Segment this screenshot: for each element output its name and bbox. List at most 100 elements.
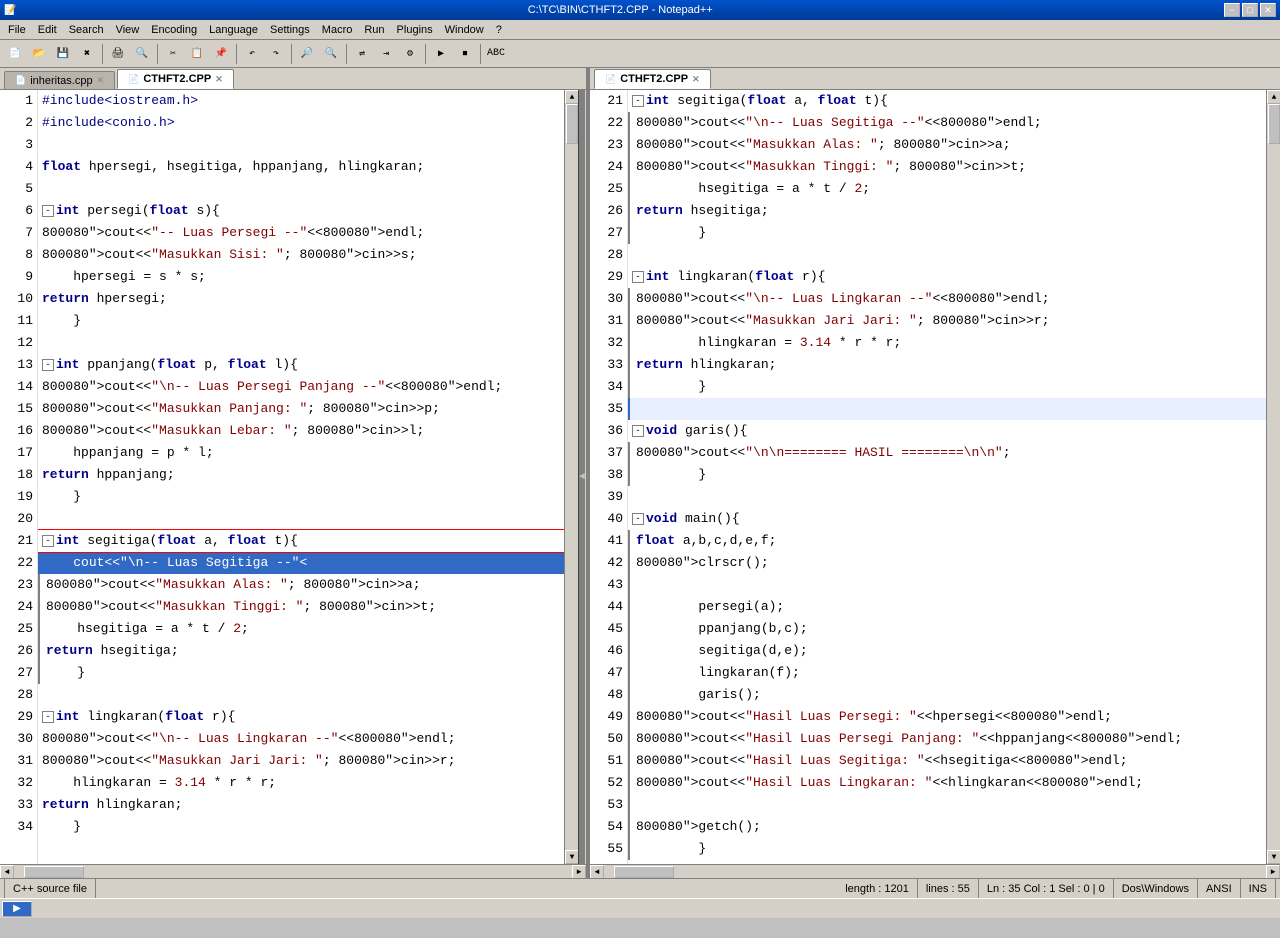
right-editor[interactable]: 2122232425262728293031323334353637383940… [590,90,1280,864]
table-row[interactable]: hlingkaran = 3.14 * r * r; [628,332,1266,354]
left-scrollbar-v[interactable]: ▲ ▼ [564,90,578,864]
table-row[interactable]: } [38,310,564,332]
table-row[interactable] [628,794,1266,816]
table-row[interactable]: hsegitiga = a * t / 2; [628,178,1266,200]
table-row[interactable]: garis(); [628,684,1266,706]
table-row[interactable]: 800080">cout<<"Masukkan Jari Jari: "; 80… [38,750,564,772]
table-row[interactable]: 800080">cout<<"\n-- Luas Segitiga --"<<8… [628,112,1266,134]
left-scrollbar-h[interactable]: ◄ ► [0,864,586,878]
table-row[interactable]: return hpersegi; [38,288,564,310]
cut-button[interactable]: ✂ [162,43,184,65]
table-row[interactable]: 800080">cout<<"Hasil Luas Persegi: "<<hp… [628,706,1266,728]
scroll-left-right-btn[interactable]: ◄ [590,865,604,878]
table-row[interactable]: return hlingkaran; [628,354,1266,376]
table-row[interactable] [38,508,564,530]
menu-window[interactable]: Window [439,22,490,38]
table-row[interactable]: 800080">cout<<"\n\n======== HASIL ======… [628,442,1266,464]
table-row[interactable]: 800080">cout<<"Hasil Luas Lingkaran: "<<… [628,772,1266,794]
save-button[interactable]: 💾 [52,43,74,65]
scroll-down-left[interactable]: ▼ [565,850,578,864]
table-row[interactable] [38,684,564,706]
split-handle[interactable]: ◄ [578,90,586,864]
table-row[interactable]: hpersegi = s * s; [38,266,564,288]
table-row[interactable]: } [38,662,564,684]
table-row[interactable] [628,398,1266,420]
scroll-thumb-right[interactable] [1268,104,1280,144]
tab-inheritas[interactable]: 📄inheritas.cpp ✕ [4,71,115,89]
table-row[interactable]: -int segitiga(float a, float t){ [628,90,1266,112]
table-row[interactable] [628,574,1266,596]
table-row[interactable]: segitiga(d,e); [628,640,1266,662]
table-row[interactable]: 800080">cout<<"Masukkan Panjang: "; 8000… [38,398,564,420]
table-row[interactable]: -void main(){ [628,508,1266,530]
table-row[interactable]: 800080">cout<<"Masukkan Alas: "; 800080"… [628,134,1266,156]
run-button[interactable]: ▶ [430,43,452,65]
close-button[interactable]: ✖ [76,43,98,65]
table-row[interactable] [628,244,1266,266]
find-button[interactable]: 🔍 [131,43,153,65]
redo-button[interactable]: ↷ [265,43,287,65]
menu-search[interactable]: Search [63,22,110,38]
table-row[interactable]: -int lingkaran(float r){ [628,266,1266,288]
table-row[interactable]: return hsegitiga; [38,640,564,662]
table-row[interactable]: 800080">cout<<"\n-- Luas Persegi Panjang… [38,376,564,398]
menu-help[interactable]: ? [490,22,508,38]
open-button[interactable]: 📂 [28,43,50,65]
table-row[interactable]: hlingkaran = 3.14 * r * r; [38,772,564,794]
left-editor[interactable]: 1234567891011121314151617181920212223242… [0,90,586,864]
tab-cthft2-right[interactable]: 📄CTHFT2.CPP ✕ [594,69,711,89]
collapse-icon[interactable]: - [42,205,54,217]
right-code-content[interactable]: -int segitiga(float a, float t){ 800080"… [628,90,1266,864]
table-row[interactable] [38,332,564,354]
table-row[interactable]: -int lingkaran(float r){ [38,706,564,728]
menu-encoding[interactable]: Encoding [145,22,203,38]
table-row[interactable]: } [628,838,1266,860]
collapse-icon[interactable]: - [632,95,644,107]
menu-language[interactable]: Language [203,22,264,38]
menu-run[interactable]: Run [358,22,390,38]
table-row[interactable]: 800080">cout<<"Masukkan Lebar: "; 800080… [38,420,564,442]
table-row[interactable]: 800080">clrscr(); [628,552,1266,574]
menu-view[interactable]: View [110,22,146,38]
table-row[interactable]: 800080">cout<<"Masukkan Alas: "; 800080"… [38,574,564,596]
scroll-thumb-left[interactable] [566,104,578,144]
table-row[interactable]: -int persegi(float s){ [38,200,564,222]
collapse-icon[interactable]: - [632,271,644,283]
scroll-track-left[interactable] [565,104,578,850]
right-scrollbar-v[interactable]: ▲ ▼ [1266,90,1280,864]
table-row[interactable]: #include<conio.h> [38,112,564,134]
table-row[interactable] [38,134,564,156]
paste-button[interactable]: 📌 [210,43,232,65]
table-row[interactable]: 800080">cout<<"Hasil Luas Persegi Panjan… [628,728,1266,750]
table-row[interactable]: } [628,464,1266,486]
table-row[interactable]: 800080">cout<<"Masukkan Sisi: "; 800080"… [38,244,564,266]
menu-macro[interactable]: Macro [316,22,359,38]
scroll-track-right[interactable] [1267,104,1280,850]
table-row[interactable]: } [628,376,1266,398]
left-code-content[interactable]: #include<iostream.h>#include<conio.h> fl… [38,90,564,864]
table-row[interactable] [628,486,1266,508]
new-button[interactable]: 📄 [4,43,26,65]
scroll-right-btn[interactable]: ► [572,865,586,878]
table-row[interactable]: 800080">cout<<"Hasil Luas Segitiga: "<<h… [628,750,1266,772]
collapse-icon[interactable]: - [42,359,54,371]
scroll-down-right[interactable]: ▼ [1267,850,1280,864]
zoom-in-button[interactable]: 🔎 [296,43,318,65]
scroll-left-btn[interactable]: ◄ [0,865,14,878]
undo-button[interactable]: ↶ [241,43,263,65]
table-row[interactable]: #include<iostream.h> [38,90,564,112]
collapse-icon[interactable]: - [632,425,644,437]
table-row[interactable]: ppanjang(b,c); [628,618,1266,640]
table-row[interactable]: } [628,222,1266,244]
menu-plugins[interactable]: Plugins [391,22,439,38]
table-row[interactable]: } [38,486,564,508]
stop-button[interactable]: ⏹ [454,43,476,65]
copy-button[interactable]: 📋 [186,43,208,65]
table-row[interactable]: return hppanjang; [38,464,564,486]
table-row[interactable]: hppanjang = p * l; [38,442,564,464]
table-row[interactable]: return hlingkaran; [38,794,564,816]
table-row[interactable]: -int ppanjang(float p, float l){ [38,354,564,376]
close-tab-cthft2-left[interactable]: ✕ [215,74,223,85]
scroll-up-right[interactable]: ▲ [1267,90,1280,104]
table-row[interactable]: return hsegitiga; [628,200,1266,222]
